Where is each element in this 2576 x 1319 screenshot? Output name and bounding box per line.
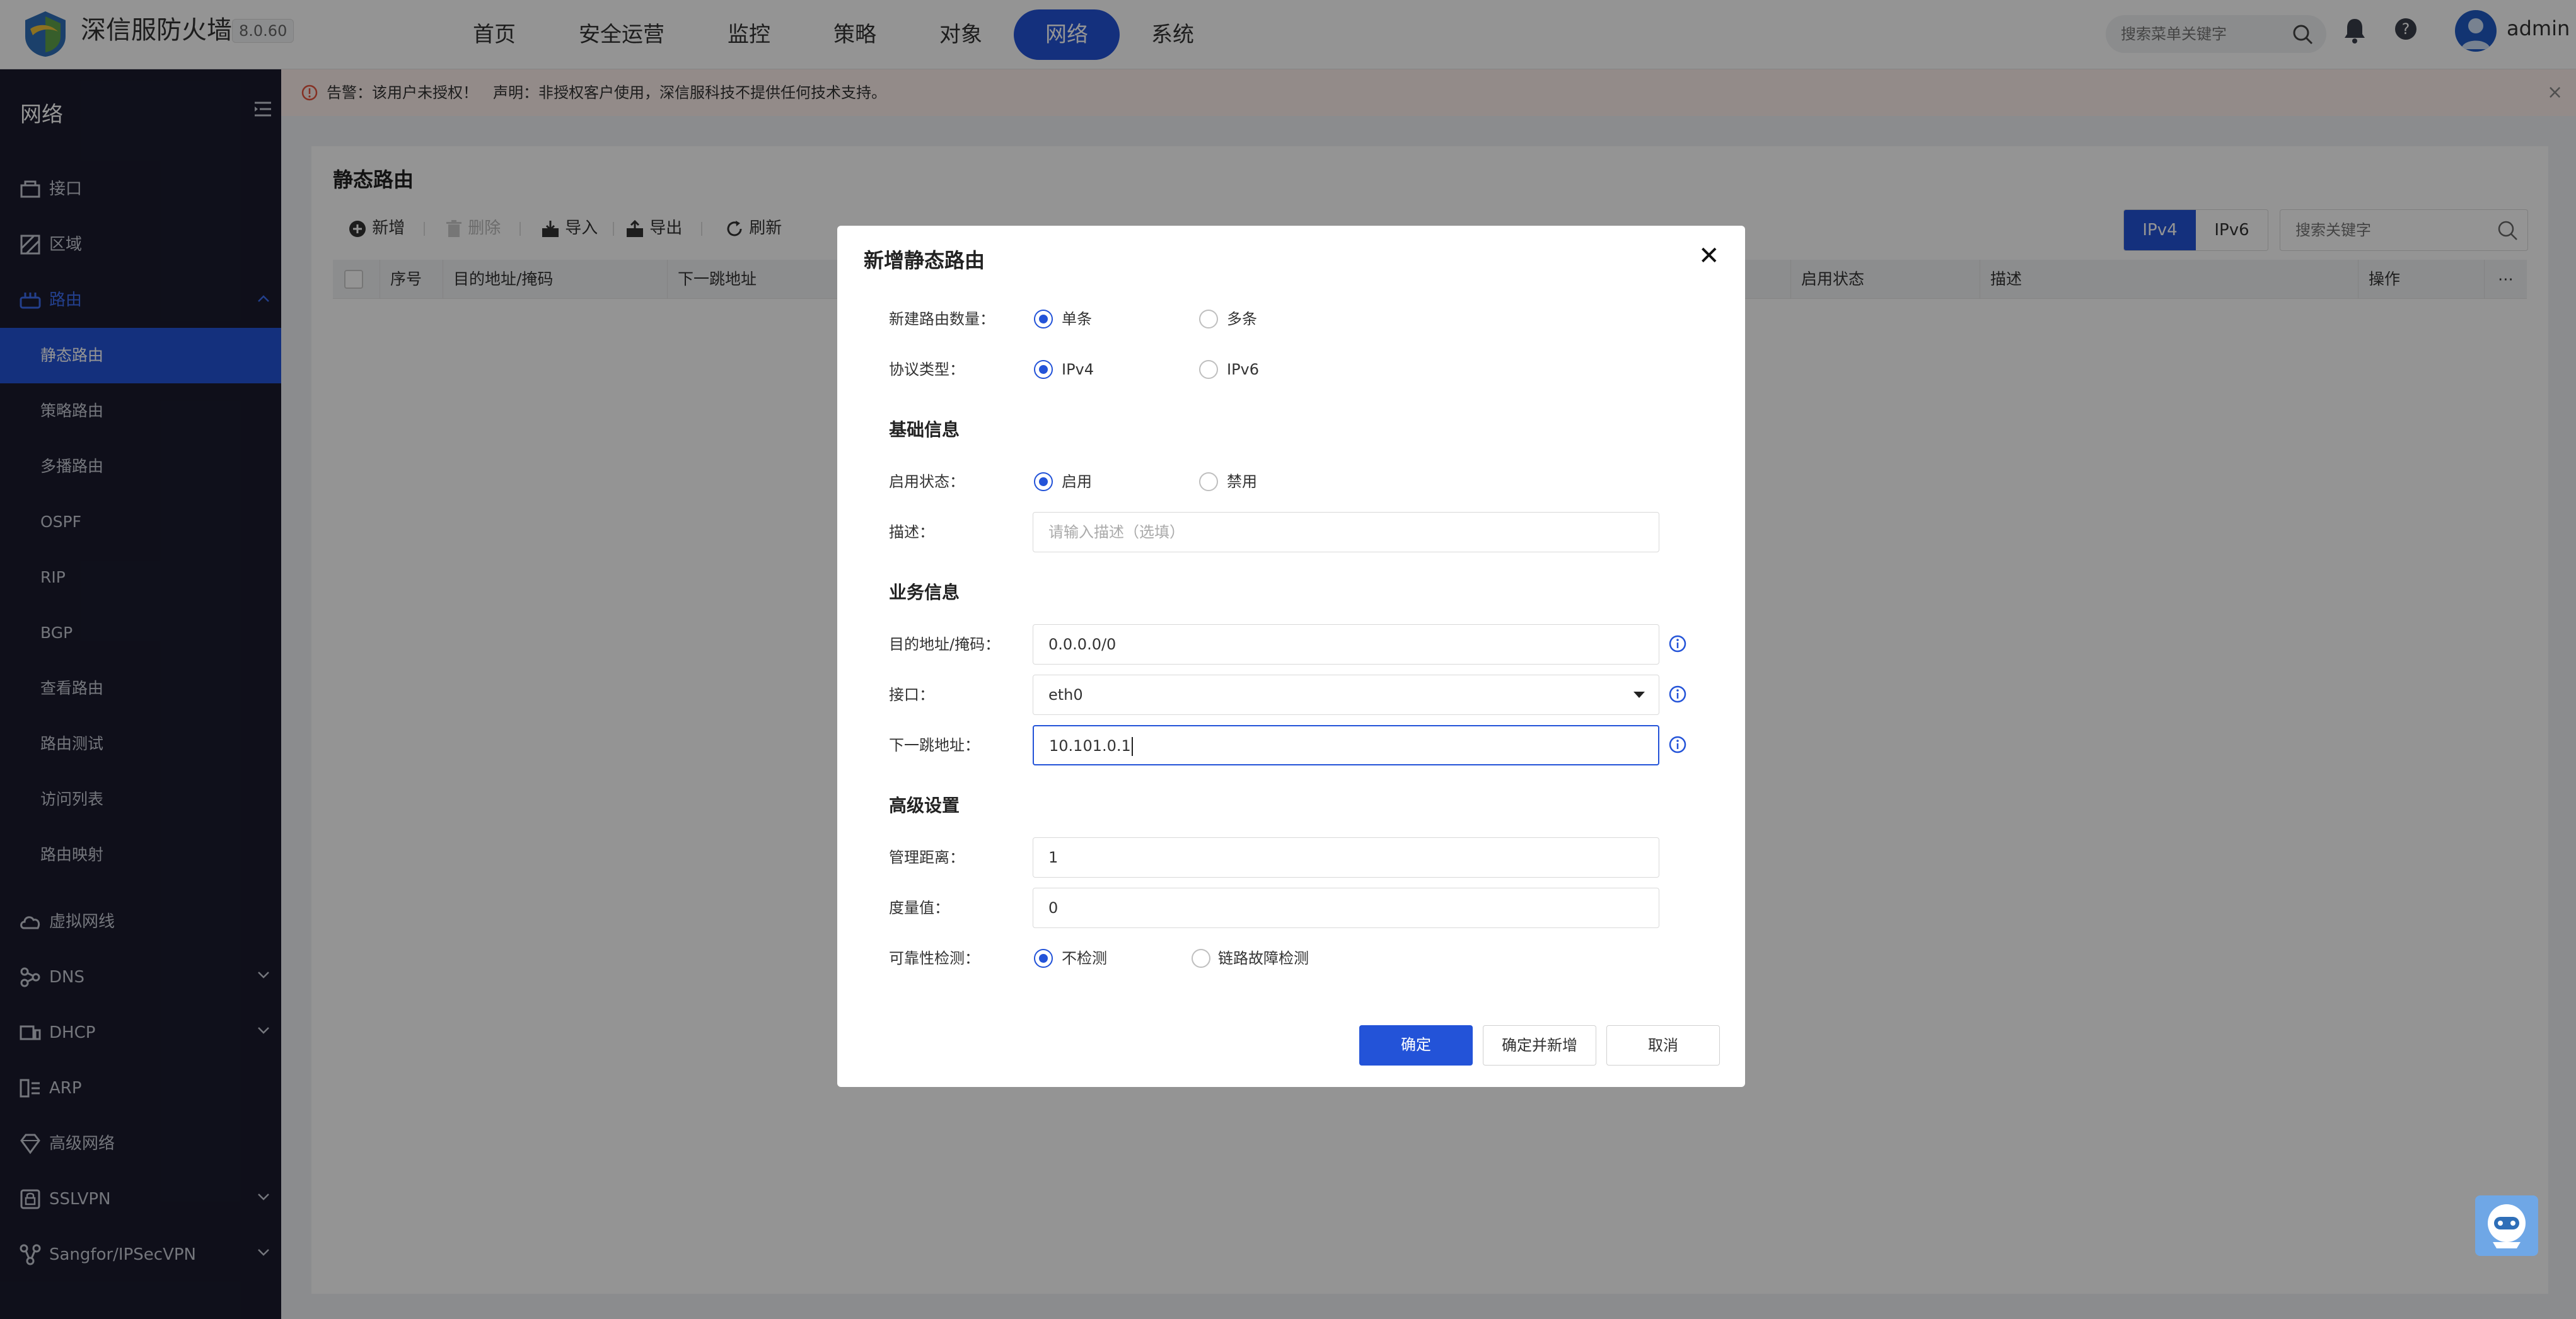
protocol-ipv4-label: IPv4: [1062, 361, 1094, 378]
protocol-ipv4-radio[interactable]: [1034, 360, 1053, 379]
caret-down-icon: [1633, 692, 1645, 698]
admin-distance-label: 管理距离：: [889, 849, 965, 866]
admin-distance-input[interactable]: 1: [1033, 837, 1659, 878]
reliability-link-check-radio[interactable]: [1192, 949, 1210, 968]
status-label: 启用状态：: [889, 473, 965, 491]
add-static-route-dialog: 新增静态路由 ✕ 新建路由数量： 单条 多条 协议类型： IPv4 IPv6 基…: [837, 226, 1745, 1087]
route-count-multiple-radio[interactable]: [1199, 310, 1218, 328]
reliability-link-check-label: 链路故障检测: [1218, 950, 1309, 967]
close-icon[interactable]: ✕: [1698, 243, 1720, 269]
next-hop-input[interactable]: 10.101.0.1: [1033, 725, 1659, 765]
protocol-ipv6-radio[interactable]: [1199, 360, 1218, 379]
route-count-single-radio[interactable]: [1034, 310, 1053, 328]
protocol-ipv6-label: IPv6: [1227, 361, 1260, 378]
reliability-none-radio[interactable]: [1034, 949, 1053, 968]
interface-label: 接口：: [889, 686, 934, 704]
status-enabled-radio[interactable]: [1034, 472, 1053, 491]
metric-label: 度量值：: [889, 899, 949, 917]
robot-icon: [2488, 1204, 2526, 1248]
description-input[interactable]: 请输入描述（选填）: [1033, 512, 1659, 552]
destination-input[interactable]: 0.0.0.0/0: [1033, 624, 1659, 665]
section-advanced-settings: 高级设置: [889, 795, 960, 816]
dialog-title: 新增静态路由: [864, 248, 985, 272]
section-basic-info: 基础信息: [889, 419, 960, 440]
status-enabled-label: 启用: [1062, 473, 1092, 491]
protocol-label: 协议类型：: [889, 361, 965, 378]
next-hop-value: 10.101.0.1: [1049, 737, 1131, 755]
section-business-info: 业务信息: [889, 582, 960, 603]
confirm-button[interactable]: 确定: [1359, 1025, 1473, 1066]
reliability-none-label: 不检测: [1062, 950, 1107, 967]
description-label: 描述：: [889, 523, 934, 541]
status-disabled-label: 禁用: [1227, 473, 1257, 491]
route-count-label: 新建路由数量：: [889, 310, 995, 328]
info-icon[interactable]: [1668, 634, 1687, 653]
reliability-label: 可靠性检测：: [889, 950, 980, 967]
route-count-multiple-label: 多条: [1227, 310, 1257, 328]
cancel-button[interactable]: 取消: [1606, 1025, 1720, 1066]
confirm-and-add-button[interactable]: 确定并新增: [1483, 1025, 1596, 1066]
info-icon[interactable]: [1668, 735, 1687, 754]
route-count-single-label: 单条: [1062, 310, 1092, 328]
interface-selected-value: eth0: [1048, 686, 1083, 704]
status-disabled-radio[interactable]: [1199, 472, 1218, 491]
text-cursor: [1131, 737, 1133, 756]
interface-select[interactable]: eth0: [1033, 675, 1659, 715]
metric-input[interactable]: 0: [1033, 888, 1659, 928]
assistant-button[interactable]: [2475, 1195, 2538, 1256]
next-hop-label: 下一跳地址：: [889, 736, 980, 754]
info-icon[interactable]: [1668, 685, 1687, 704]
destination-label: 目的地址/掩码：: [889, 636, 1001, 653]
